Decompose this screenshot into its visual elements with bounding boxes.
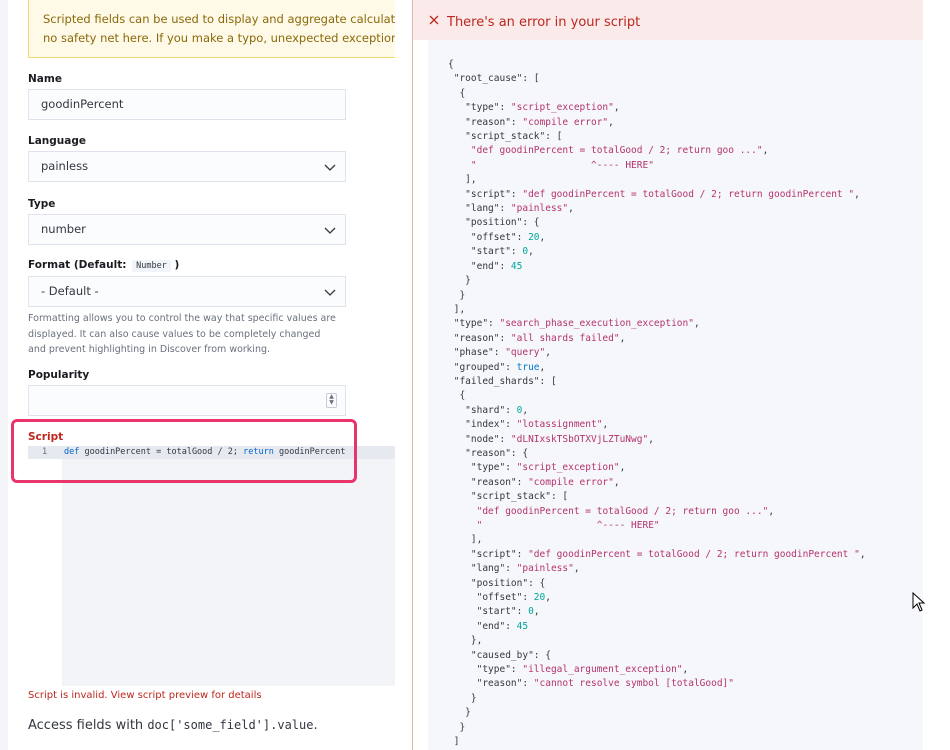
format-label: Format (Default: Number ) (28, 259, 179, 272)
mouse-cursor-icon (912, 592, 926, 612)
error-json-block: { "root_cause": [ { "type": "script_exce… (428, 40, 923, 750)
format-label-text: Format (Default: (28, 259, 127, 271)
format-select-value: - Default - (41, 284, 99, 298)
name-label: Name (28, 73, 62, 85)
access-prefix: Access fields with (28, 718, 148, 733)
format-select[interactable]: - Default - (28, 276, 346, 307)
scripted-field-form: Scripted fields can be used to display a… (0, 0, 395, 750)
chevron-down-icon (324, 289, 336, 296)
language-select-value: painless (41, 159, 89, 173)
close-icon[interactable] (429, 15, 439, 25)
popularity-label: Popularity (28, 369, 90, 381)
warning-callout: Scripted fields can be used to display a… (28, 0, 395, 58)
format-default-badge: Number (132, 260, 171, 272)
error-callout-header: There's an error in your script (413, 0, 923, 40)
script-invalid-message: Script is invalid. View script preview f… (28, 690, 262, 701)
language-label: Language (28, 135, 86, 147)
script-error-flyout: There's an error in your script { "root_… (412, 0, 923, 750)
language-select[interactable]: painless (28, 151, 346, 182)
type-label: Type (28, 198, 56, 210)
name-input[interactable]: goodinPercent (28, 89, 346, 120)
chevron-down-icon (324, 164, 336, 171)
type-select-value: number (41, 222, 86, 236)
access-fields-hint: Access fields with doc['some_field'].val… (28, 718, 318, 733)
access-suffix: . (313, 718, 318, 733)
popularity-input[interactable]: ▲ ▼ (28, 385, 346, 416)
chevron-down-icon (324, 227, 336, 234)
callout-line-1: Scripted fields can be used to display a… (43, 12, 395, 26)
name-input-value: goodinPercent (41, 97, 124, 111)
script-highlight-annotation (11, 419, 357, 483)
error-title: There's an error in your script (447, 15, 641, 30)
callout-line-2: no safety net here. If you make a typo, … (43, 31, 395, 45)
access-code: doc['some_field'].value (147, 718, 314, 732)
panel-edge (0, 0, 8, 750)
type-select[interactable]: number (28, 214, 346, 245)
error-json-text: { "root_cause": [ { "type": "script_exce… (448, 59, 866, 748)
number-stepper-icon[interactable]: ▲ ▼ (326, 393, 337, 408)
format-help-text: Formatting allows you to control the way… (28, 313, 336, 355)
format-label-close: ) (174, 259, 180, 271)
